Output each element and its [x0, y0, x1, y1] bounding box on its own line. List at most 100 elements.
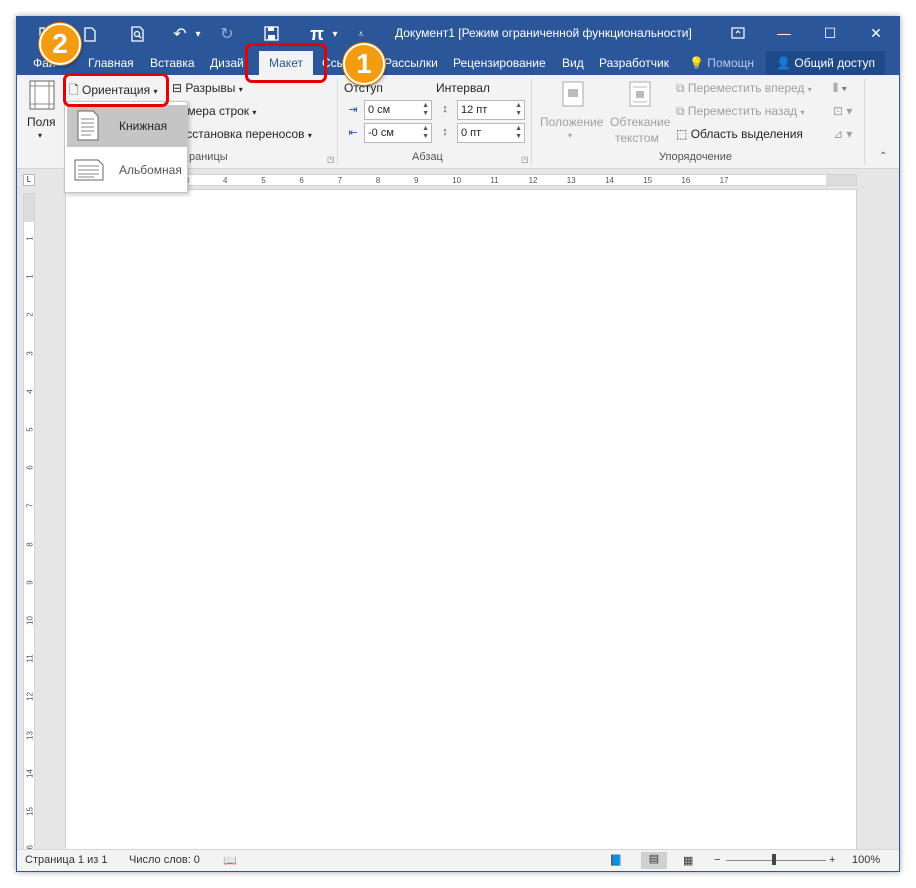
tab-developer[interactable]: Разработчик: [599, 51, 669, 75]
equation-dropdown-icon[interactable]: ▾: [328, 22, 342, 46]
chevron-down-icon: ▾: [800, 108, 805, 117]
hyphenation-button[interactable]: Расстановка переносов ▾: [172, 127, 312, 141]
group-divider: [337, 79, 338, 165]
position-label[interactable]: Положение: [540, 115, 603, 129]
word-count[interactable]: Число слов: 0: [129, 854, 200, 866]
tab-insert[interactable]: Вставка: [150, 51, 195, 75]
orientation-landscape-item[interactable]: Альбомная: [67, 149, 187, 191]
selection-pane-button[interactable]: ⬚ Область выделения: [676, 127, 803, 141]
share-label: Общий доступ: [794, 56, 875, 70]
zoom-in-button[interactable]: +: [829, 854, 835, 866]
minimize-button[interactable]: —: [761, 17, 807, 49]
ruler-number: 9: [414, 176, 419, 185]
ruler-number: 13: [566, 176, 576, 185]
wrap-text-label-2[interactable]: текстом: [615, 131, 659, 145]
ruler-number: 16: [681, 176, 691, 185]
chevron-down-icon: ▾: [568, 131, 573, 140]
print-layout-icon[interactable]: ▤: [641, 852, 667, 869]
ruler-number: 17: [719, 176, 729, 185]
zoom-out-button[interactable]: −: [714, 854, 720, 866]
indent-left-field[interactable]: 0 см ▲ ▼: [364, 100, 432, 120]
undo-icon[interactable]: ↶: [167, 22, 193, 46]
margins-label[interactable]: Поля: [27, 115, 56, 129]
tab-home[interactable]: Главная: [88, 51, 134, 75]
ruler-number: 4: [25, 389, 35, 394]
spinner-icon[interactable]: ▲ ▼: [515, 125, 522, 141]
tab-view[interactable]: Вид: [562, 51, 584, 75]
ruler-number: 4: [223, 176, 228, 185]
undo-dropdown-icon[interactable]: ▾: [191, 22, 205, 46]
rotate-icon[interactable]: ⊿ ▾: [833, 127, 852, 141]
close-button[interactable]: ✕: [853, 17, 899, 49]
ruler-number: 1: [25, 236, 35, 241]
zoom-slider[interactable]: [726, 860, 826, 861]
window-title: Документ1 [Режим ограниченной функционал…: [395, 26, 692, 40]
print-preview-icon[interactable]: [125, 22, 151, 46]
spacing-before-icon: ↕: [442, 103, 448, 115]
ruler-number: 3: [25, 350, 35, 356]
spacing-before-field[interactable]: 12 пт ▲ ▼: [457, 100, 525, 120]
ruler-number: 14: [605, 176, 614, 185]
landscape-page-icon: [74, 159, 104, 181]
paragraph-group-label: Абзац: [412, 151, 443, 163]
landscape-label: Альбомная: [119, 163, 182, 177]
proofing-icon[interactable]: 📖: [223, 854, 237, 867]
collapse-ribbon-icon[interactable]: ⌃: [879, 151, 887, 162]
ruler-number: 1: [25, 274, 35, 279]
web-layout-icon[interactable]: ▦: [683, 854, 693, 867]
dialog-launcher-icon[interactable]: ◳: [327, 155, 335, 164]
lightbulb-icon: 💡: [689, 56, 704, 70]
status-bar: Страница 1 из 1 Число слов: 0 📖 📘 ▤ ▦ − …: [17, 849, 899, 871]
ruler-number: 2: [25, 312, 35, 318]
zoom-level[interactable]: 100%: [852, 854, 880, 866]
breaks-button[interactable]: ⊟ Разрывы ▾: [172, 81, 243, 95]
align-icon[interactable]: ⫴ ▾: [833, 81, 847, 96]
step-badge-2: 2: [39, 23, 81, 65]
orientation-portrait-item[interactable]: Книжная: [67, 105, 188, 147]
dialog-launcher-icon[interactable]: ◳: [521, 155, 529, 164]
ruler-number: 12: [25, 692, 35, 702]
indent-right-field[interactable]: -0 см ▲ ▼: [364, 123, 432, 143]
title-bar: ↶ ▾ ↻ π ▾ ⩡ Документ1 [Режим ограниченно…: [17, 17, 899, 51]
chevron-down-icon: ▾: [307, 131, 312, 140]
group-objects-icon[interactable]: ⊡ ▾: [833, 104, 852, 118]
wrap-text-label-1[interactable]: Обтекание: [610, 115, 670, 129]
send-backward-button[interactable]: ⧉ Переместить назад ▾: [676, 104, 804, 119]
ruler-number: 5: [25, 427, 35, 432]
tab-mailings[interactable]: Рассылки: [384, 51, 438, 75]
selection-pane-label: Область выделения: [690, 127, 803, 141]
vertical-ruler[interactable]: 112345678910111213141516: [23, 193, 35, 854]
chevron-down-icon: ▾: [252, 108, 257, 117]
zoom-slider-thumb[interactable]: [772, 854, 776, 865]
ribbon-display-options-icon[interactable]: [715, 17, 761, 49]
spinner-icon[interactable]: ▲ ▼: [422, 102, 429, 118]
hyphenation-label: Расстановка переносов: [172, 127, 305, 141]
step-badge-1: 1: [343, 43, 385, 85]
ruler-number: 8: [375, 176, 381, 185]
page-count[interactable]: Страница 1 из 1: [25, 854, 107, 866]
ruler-number: 5: [261, 176, 266, 185]
spinner-icon[interactable]: ▲ ▼: [515, 102, 522, 118]
spinner-icon[interactable]: ▲ ▼: [422, 125, 429, 141]
maximize-button[interactable]: ☐: [807, 17, 853, 49]
document-page[interactable]: [65, 189, 857, 851]
arrange-group-label: Упорядочение: [659, 151, 732, 163]
wrap-text-icon[interactable]: [627, 79, 653, 109]
bring-forward-button[interactable]: ⧉ Переместить вперед ▾: [676, 81, 812, 96]
tab-tell-me[interactable]: 💡 Помощн: [689, 51, 754, 75]
position-icon[interactable]: [560, 79, 586, 109]
selection-pane-icon: ⬚: [676, 127, 688, 141]
bring-forward-icon: ⧉: [676, 81, 685, 95]
indent-right-value: -0 см: [368, 127, 394, 139]
margins-icon[interactable]: [27, 79, 57, 111]
margins-dropdown-icon[interactable]: ▾: [38, 131, 42, 140]
share-button[interactable]: 👤 Общий доступ: [766, 51, 885, 75]
tab-selector[interactable]: L: [23, 174, 35, 186]
spacing-before-value: 12 пт: [461, 104, 488, 116]
tab-design[interactable]: Дизай: [210, 51, 244, 75]
send-backward-icon: ⧉: [676, 104, 685, 118]
ruler-number: 12: [528, 176, 538, 185]
read-mode-icon[interactable]: 📘: [609, 854, 623, 867]
tab-review[interactable]: Рецензирование: [453, 51, 546, 75]
spacing-after-field[interactable]: 0 пт ▲ ▼: [457, 123, 525, 143]
